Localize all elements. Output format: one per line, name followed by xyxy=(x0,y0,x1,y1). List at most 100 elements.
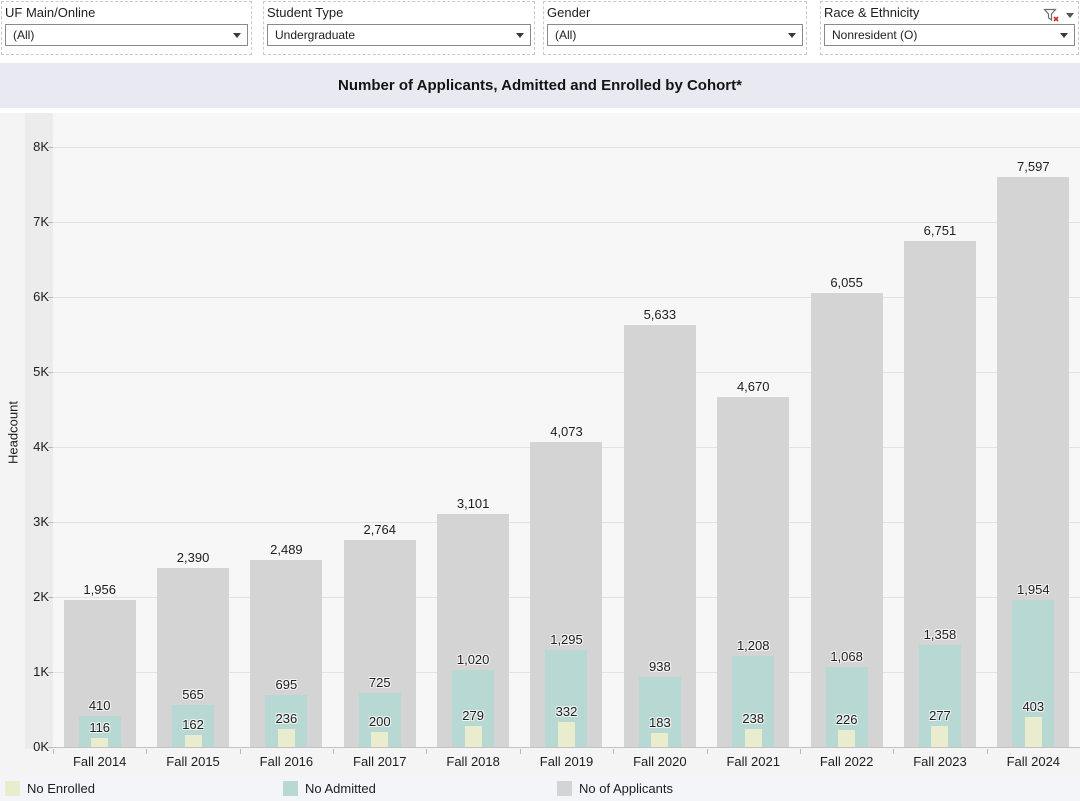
bar-value-label: 725 xyxy=(333,675,426,690)
y-tick-label: 4K xyxy=(0,439,49,455)
bar-value-label: 2,489 xyxy=(240,542,333,557)
y-tick-label: 0K xyxy=(0,739,49,755)
gender-select[interactable]: (All) xyxy=(547,24,803,46)
filter-uf-main-online: UF Main/Online (All) xyxy=(1,1,252,55)
clear-filter-icon[interactable] xyxy=(1043,8,1060,23)
x-tick-mark xyxy=(146,749,147,754)
x-tick-mark xyxy=(987,749,988,754)
bar-value-label: 1,954 xyxy=(987,582,1080,597)
bar-value-label: 6,055 xyxy=(800,275,893,290)
bar-value-label: 1,295 xyxy=(520,632,613,647)
x-axis-label: Fall 2023 xyxy=(893,754,986,774)
x-tick-mark xyxy=(800,749,801,754)
y-tick-label: 2K xyxy=(0,589,49,605)
y-tick-mark xyxy=(48,222,53,223)
dropdown-caret-icon[interactable] xyxy=(1060,33,1068,38)
no-enrolled-bar[interactable] xyxy=(745,729,762,747)
filter-race-ethnicity: Race & Ethnicity Nonresident (O) xyxy=(820,1,1079,55)
x-axis-label: Fall 2022 xyxy=(800,754,893,774)
no-enrolled-bar[interactable] xyxy=(1025,717,1042,747)
x-axis-label: Fall 2017 xyxy=(333,754,426,774)
y-tick-mark xyxy=(48,747,53,748)
no-enrolled-bar[interactable] xyxy=(185,735,202,747)
y-tick-label: 5K xyxy=(0,364,49,380)
dropdown-caret-icon[interactable] xyxy=(233,33,241,38)
x-axis-label: Fall 2020 xyxy=(613,754,706,774)
y-tick-mark xyxy=(48,372,53,373)
bar-value-label: 226 xyxy=(800,712,893,727)
legend-item-no-of-applicants[interactable]: No of Applicants xyxy=(557,775,673,801)
bar-value-label: 236 xyxy=(240,711,333,726)
x-tick-mark xyxy=(53,749,54,754)
gender-value: (All) xyxy=(555,28,576,42)
bar-column-fall-2024: 7,597 1,954 403 xyxy=(987,112,1080,747)
bar-column-fall-2019: 4,0731,295332 xyxy=(520,112,613,747)
bar-value-label: 7,597 xyxy=(987,159,1080,174)
plot-area: 1,9564101162,3905651622,4896952362,76472… xyxy=(53,113,1080,748)
bar-chart: Headcount 1,9564101162,3905651622,489695… xyxy=(0,113,1080,775)
bar-value-label: 238 xyxy=(707,711,800,726)
bar-value-label: 2,390 xyxy=(146,550,239,565)
bar-column-fall-2017: 2,764725200 xyxy=(333,112,426,747)
legend-item-no-enrolled[interactable]: No Enrolled xyxy=(5,775,95,801)
dropdown-caret-icon[interactable] xyxy=(788,33,796,38)
y-tick-mark xyxy=(48,297,53,298)
x-axis-label: Fall 2014 xyxy=(53,754,146,774)
race-ethnicity-select[interactable]: Nonresident (O) xyxy=(824,24,1075,46)
no-enrolled-bar[interactable] xyxy=(371,732,388,747)
y-tick-mark xyxy=(48,672,53,673)
x-axis-label: Fall 2018 xyxy=(426,754,519,774)
no-enrolled-bar[interactable] xyxy=(91,738,108,747)
chart-title-band: Number of Applicants, Admitted and Enrol… xyxy=(0,63,1080,108)
bar-value-label: 116 xyxy=(53,720,146,735)
y-tick-mark xyxy=(48,522,53,523)
legend-item-no-admitted[interactable]: No Admitted xyxy=(283,775,376,801)
filter-bar: UF Main/Online (All) Student Type Underg… xyxy=(0,0,1080,62)
bar-column-fall-2022: 6,0551,068226 xyxy=(800,112,893,747)
y-tick-label: 3K xyxy=(0,514,49,530)
legend-swatch-icon xyxy=(557,781,572,796)
uf-main-online-select[interactable]: (All) xyxy=(5,24,248,46)
bar-value-label: 4,670 xyxy=(707,379,800,394)
student-type-value: Undergraduate xyxy=(275,28,355,42)
dropdown-caret-icon[interactable] xyxy=(516,33,524,38)
no-enrolled-bar[interactable] xyxy=(838,730,855,747)
bar-value-label: 277 xyxy=(893,708,986,723)
bar-value-label: 1,358 xyxy=(893,627,986,642)
bar-value-label: 200 xyxy=(333,714,426,729)
bar-column-fall-2021: 4,670 1,208 238 xyxy=(707,112,800,747)
bar-value-label: 1,208 xyxy=(707,638,800,653)
bar-column-fall-2023: 6,751 1,358 277 xyxy=(893,112,986,747)
filter-uf-main-online-label: UF Main/Online xyxy=(5,5,248,21)
bar-value-label: 938 xyxy=(613,659,706,674)
y-tick-label: 7K xyxy=(0,214,49,230)
race-ethnicity-value: Nonresident (O) xyxy=(832,28,917,42)
filter-menu-caret-icon[interactable] xyxy=(1066,13,1074,18)
no-enrolled-bar[interactable] xyxy=(465,726,482,747)
bar-value-label: 565 xyxy=(146,687,239,702)
x-tick-mark xyxy=(426,749,427,754)
x-axis-label: Fall 2015 xyxy=(146,754,239,774)
y-tick-label: 1K xyxy=(0,664,49,680)
bar-value-label: 6,751 xyxy=(893,223,986,238)
legend: No Enrolled No Admitted No of Applicants xyxy=(0,775,1080,801)
bar-value-label: 403 xyxy=(987,699,1080,714)
y-tick-mark xyxy=(48,447,53,448)
no-enrolled-bar[interactable] xyxy=(278,729,295,747)
bar-value-label: 1,956 xyxy=(53,582,146,597)
no-enrolled-bar[interactable] xyxy=(651,733,668,747)
bar-column-fall-2020: 5,633938183 xyxy=(613,112,706,747)
chart-title: Number of Applicants, Admitted and Enrol… xyxy=(338,77,742,94)
bar-value-label: 5,633 xyxy=(613,307,706,322)
x-tick-mark xyxy=(707,749,708,754)
filter-student-type: Student Type Undergraduate xyxy=(263,1,535,55)
no-enrolled-bar[interactable] xyxy=(558,722,575,747)
bar-value-label: 332 xyxy=(520,704,613,719)
legend-swatch-icon xyxy=(5,781,20,796)
bar-value-label: 1,020 xyxy=(426,652,519,667)
student-type-select[interactable]: Undergraduate xyxy=(267,24,531,46)
x-axis-label: Fall 2024 xyxy=(987,754,1080,774)
no-enrolled-bar[interactable] xyxy=(931,726,948,747)
x-tick-mark xyxy=(333,749,334,754)
y-tick-label: 6K xyxy=(0,289,49,305)
